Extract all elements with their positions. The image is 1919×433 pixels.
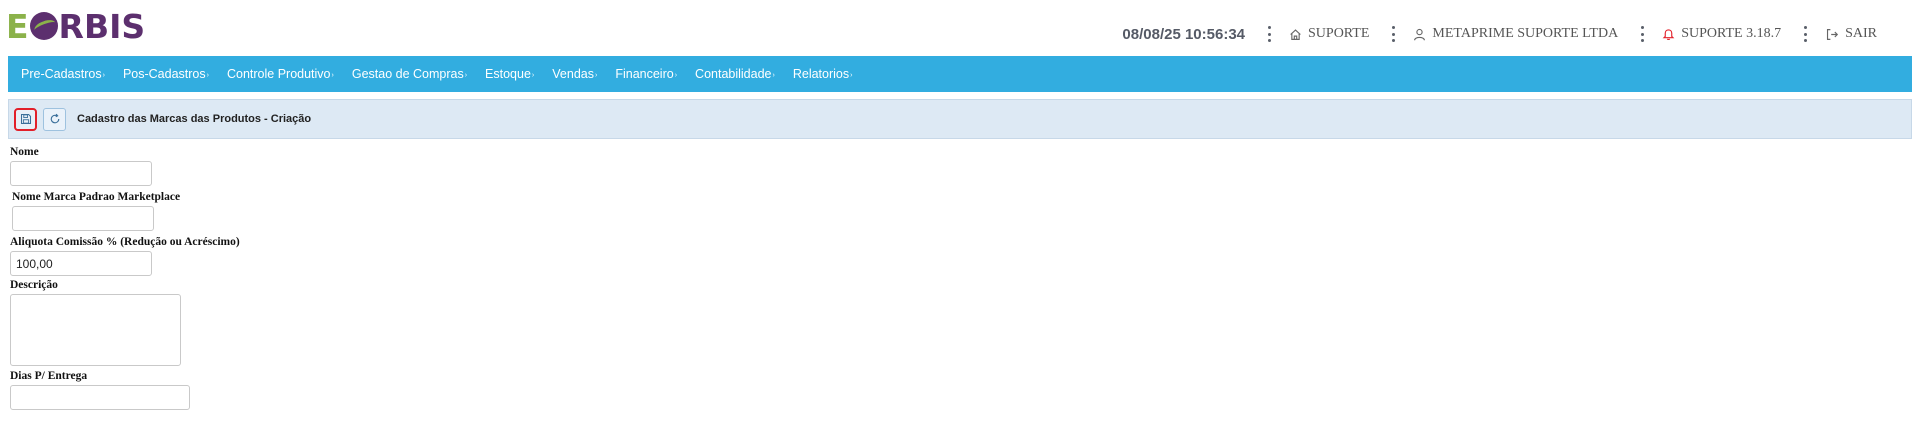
nav-item-contabilidade[interactable]: Contabilidade › (695, 67, 775, 81)
version-link-label: SUPORTE 3.18.7 (1681, 26, 1782, 41)
caret-right-icon: › (331, 71, 334, 79)
caret-right-icon: › (464, 71, 468, 79)
nav-item-label: Vendas (552, 67, 594, 81)
save-icon (20, 113, 31, 125)
caret-right-icon: › (772, 71, 775, 79)
descricao-label: Descrição (10, 279, 58, 291)
page-title: Cadastro das Marcas das Produtos - Criaç… (77, 113, 312, 125)
logout-link-label: SAIR (1845, 26, 1877, 41)
nav-item-relatorios[interactable]: Relatorios › (793, 67, 853, 81)
nav-item-label: Gestao de Compras (351, 67, 464, 81)
header: E RBIS 08/08/25 10:56:34 SUPORTE METAPRI… (0, 0, 1919, 52)
dias-entrega-label: Dias P/ Entrega (10, 370, 88, 382)
company-link[interactable]: METAPRIME SUPORTE LTDA (1413, 26, 1618, 42)
nav-item-label: Estoque (485, 67, 531, 81)
kebab-menu-icon[interactable] (1640, 26, 1644, 42)
support-link[interactable]: SUPORTE (1289, 26, 1369, 42)
nav-item-pos-cadastros[interactable]: Pos-Cadastros › (123, 67, 209, 81)
nav-item-label: Contabilidade (695, 67, 772, 81)
nav-item-label: Pre-Cadastros (21, 67, 102, 81)
company-link-label: METAPRIME SUPORTE LTDA (1432, 26, 1619, 41)
caret-right-icon: › (594, 71, 598, 79)
refresh-button[interactable] (43, 107, 66, 131)
datetime: 08/08/25 10:56:34 (1122, 25, 1246, 43)
refresh-icon (50, 113, 59, 124)
logout-icon (1827, 28, 1839, 40)
nav-item-label: Pos-Cadastros (122, 67, 206, 81)
marca-padrao-label: Nome Marca Padrao Marketplace (12, 191, 181, 203)
descricao-textarea[interactable] (10, 294, 181, 366)
caret-right-icon: › (531, 71, 535, 79)
logo-orb-icon (29, 12, 58, 40)
kebab-menu-icon[interactable] (1803, 26, 1807, 42)
aliquota-input[interactable] (10, 251, 152, 276)
caret-right-icon: › (850, 71, 853, 79)
bell-icon (1662, 29, 1675, 41)
nav-item-pre-cadastros[interactable]: Pre-Cadastros › (21, 67, 105, 81)
nav-item-estoque[interactable]: Estoque › (485, 67, 534, 81)
nav-item-financeiro[interactable]: Financeiro › (615, 67, 677, 81)
nav-item-label: Relatorios (792, 67, 850, 81)
logo-letter-e: E (6, 6, 29, 46)
nav-item-controle-produtivo[interactable]: Controle Produtivo › (227, 67, 334, 81)
marca-padrao-input[interactable] (12, 206, 154, 231)
nome-input[interactable] (10, 161, 152, 186)
nav-item-label: Financeiro (615, 67, 674, 81)
page-toolbar: Cadastro das Marcas das Produtos - Criaç… (8, 99, 1912, 139)
logout-link[interactable]: SAIR (1825, 26, 1877, 42)
main-nav: Pre-Cadastros › Pos-Cadastros › Controle P… (8, 56, 1912, 92)
kebab-menu-icon[interactable] (1267, 26, 1271, 42)
dias-entrega-input[interactable] (10, 385, 190, 410)
caret-right-icon: › (206, 71, 209, 79)
nome-label: Nome (10, 146, 39, 158)
nav-item-vendas[interactable]: Vendas › (552, 67, 597, 81)
user-icon (1414, 28, 1426, 40)
save-button[interactable] (14, 107, 37, 131)
nav-item-gestao-de-compras[interactable]: Gestao de Compras › (352, 67, 467, 81)
version-link[interactable]: SUPORTE 3.18.7 (1662, 26, 1781, 42)
caret-right-icon: › (674, 71, 678, 79)
header-right: 08/08/25 10:56:34 SUPORTE METAPRIME SUPO… (1122, 20, 1919, 48)
caret-right-icon: › (102, 71, 105, 79)
home-icon (1290, 28, 1301, 40)
kebab-menu-icon[interactable] (1391, 26, 1395, 42)
aliquota-label: Aliquota Comissão % (Redução ou Acréscim… (10, 236, 240, 248)
app-logo[interactable]: E RBIS (6, 6, 146, 46)
support-link-label: SUPORTE (1308, 26, 1370, 41)
nav-item-label: Controle Produtivo (226, 67, 331, 81)
logo-text: RBIS (58, 6, 146, 46)
